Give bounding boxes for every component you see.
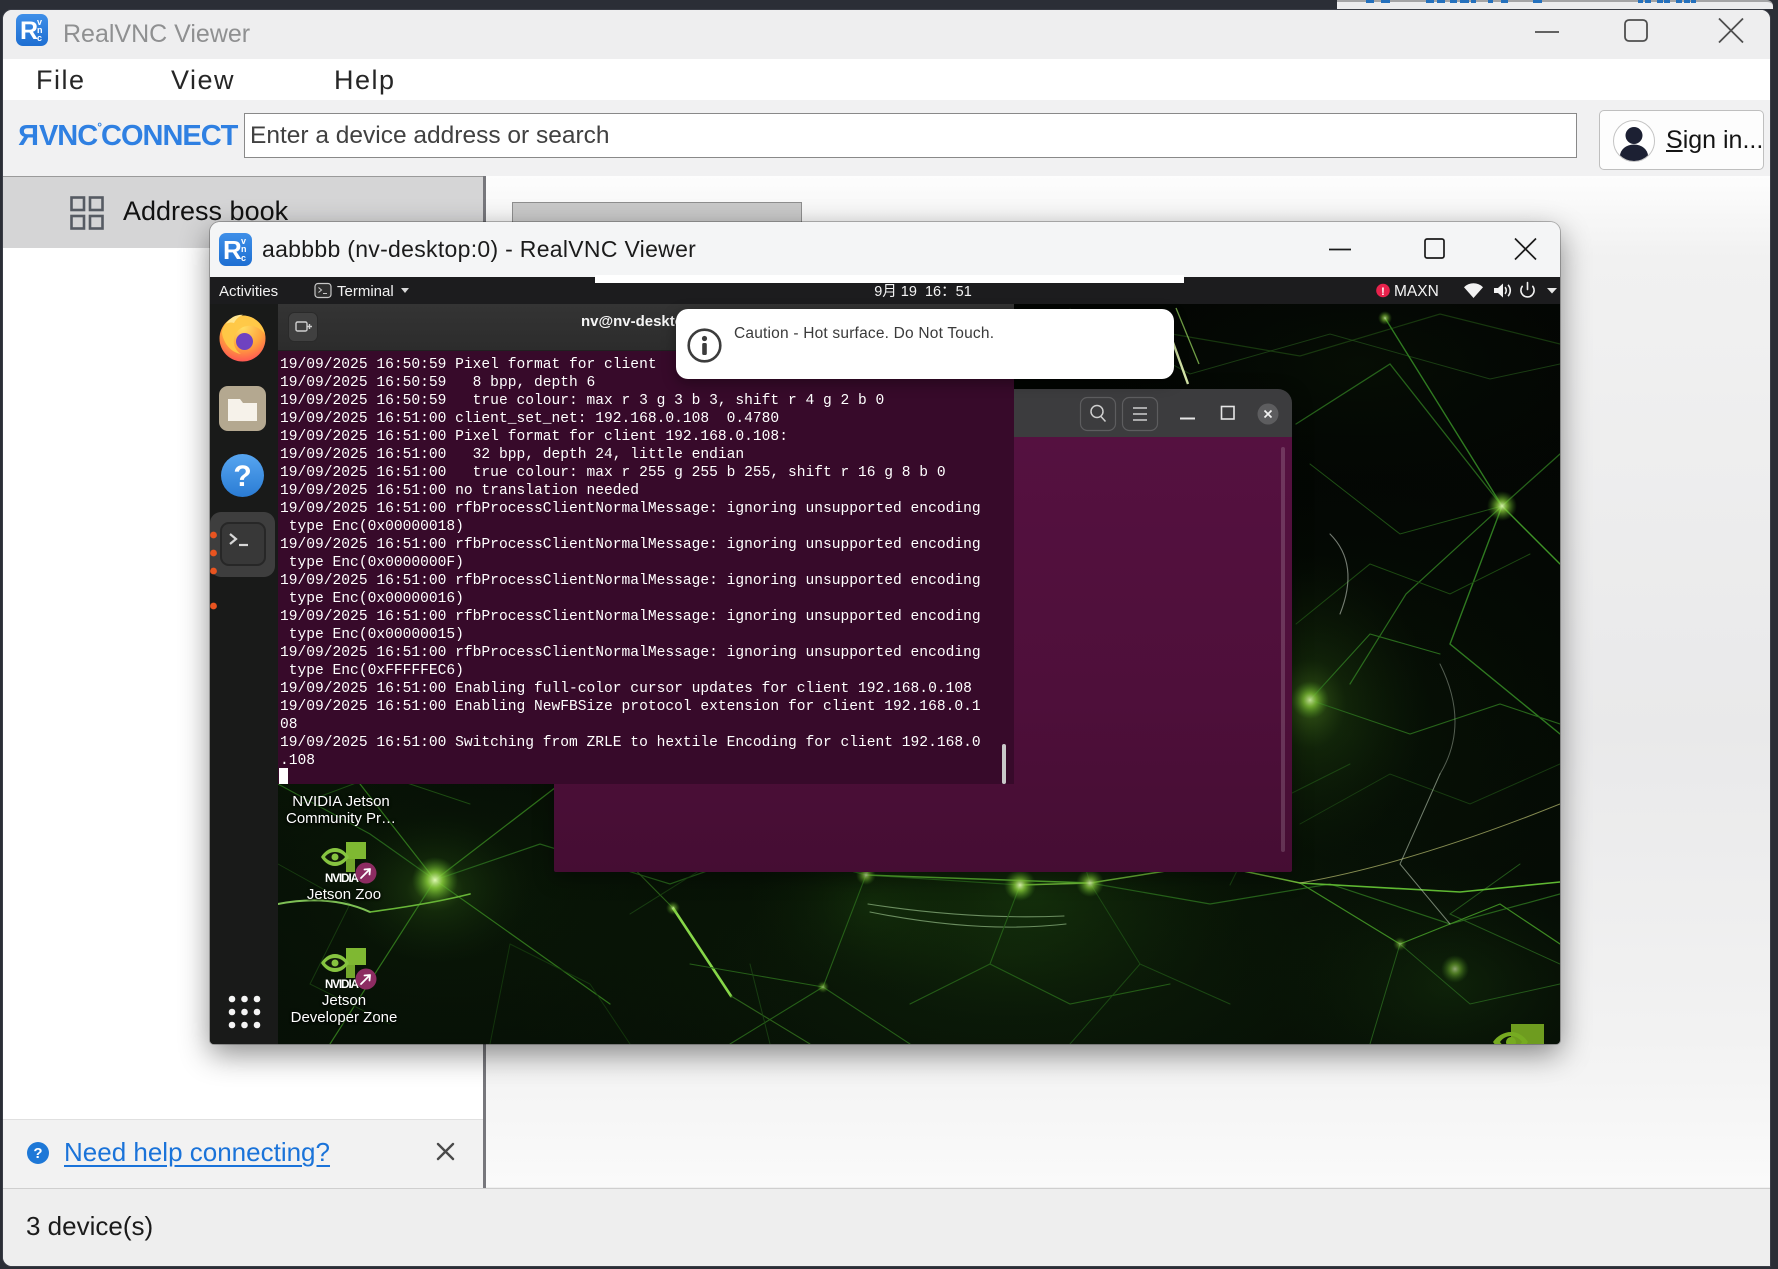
svg-text:R: R	[223, 235, 242, 265]
svg-text:?: ?	[233, 460, 251, 493]
svg-text:MAXN: MAXN	[1394, 283, 1439, 300]
svg-text:c: c	[241, 253, 246, 263]
svg-text:?: ?	[33, 1145, 42, 1162]
svg-text:Activities: Activities	[219, 283, 278, 300]
svg-text:c: c	[37, 33, 42, 43]
svg-text:Terminal: Terminal	[337, 283, 394, 300]
svg-text:R: R	[20, 17, 38, 45]
svg-text:9月 19 16：51: 9月 19 16：51	[874, 284, 972, 300]
svg-text:!: !	[1381, 286, 1385, 298]
